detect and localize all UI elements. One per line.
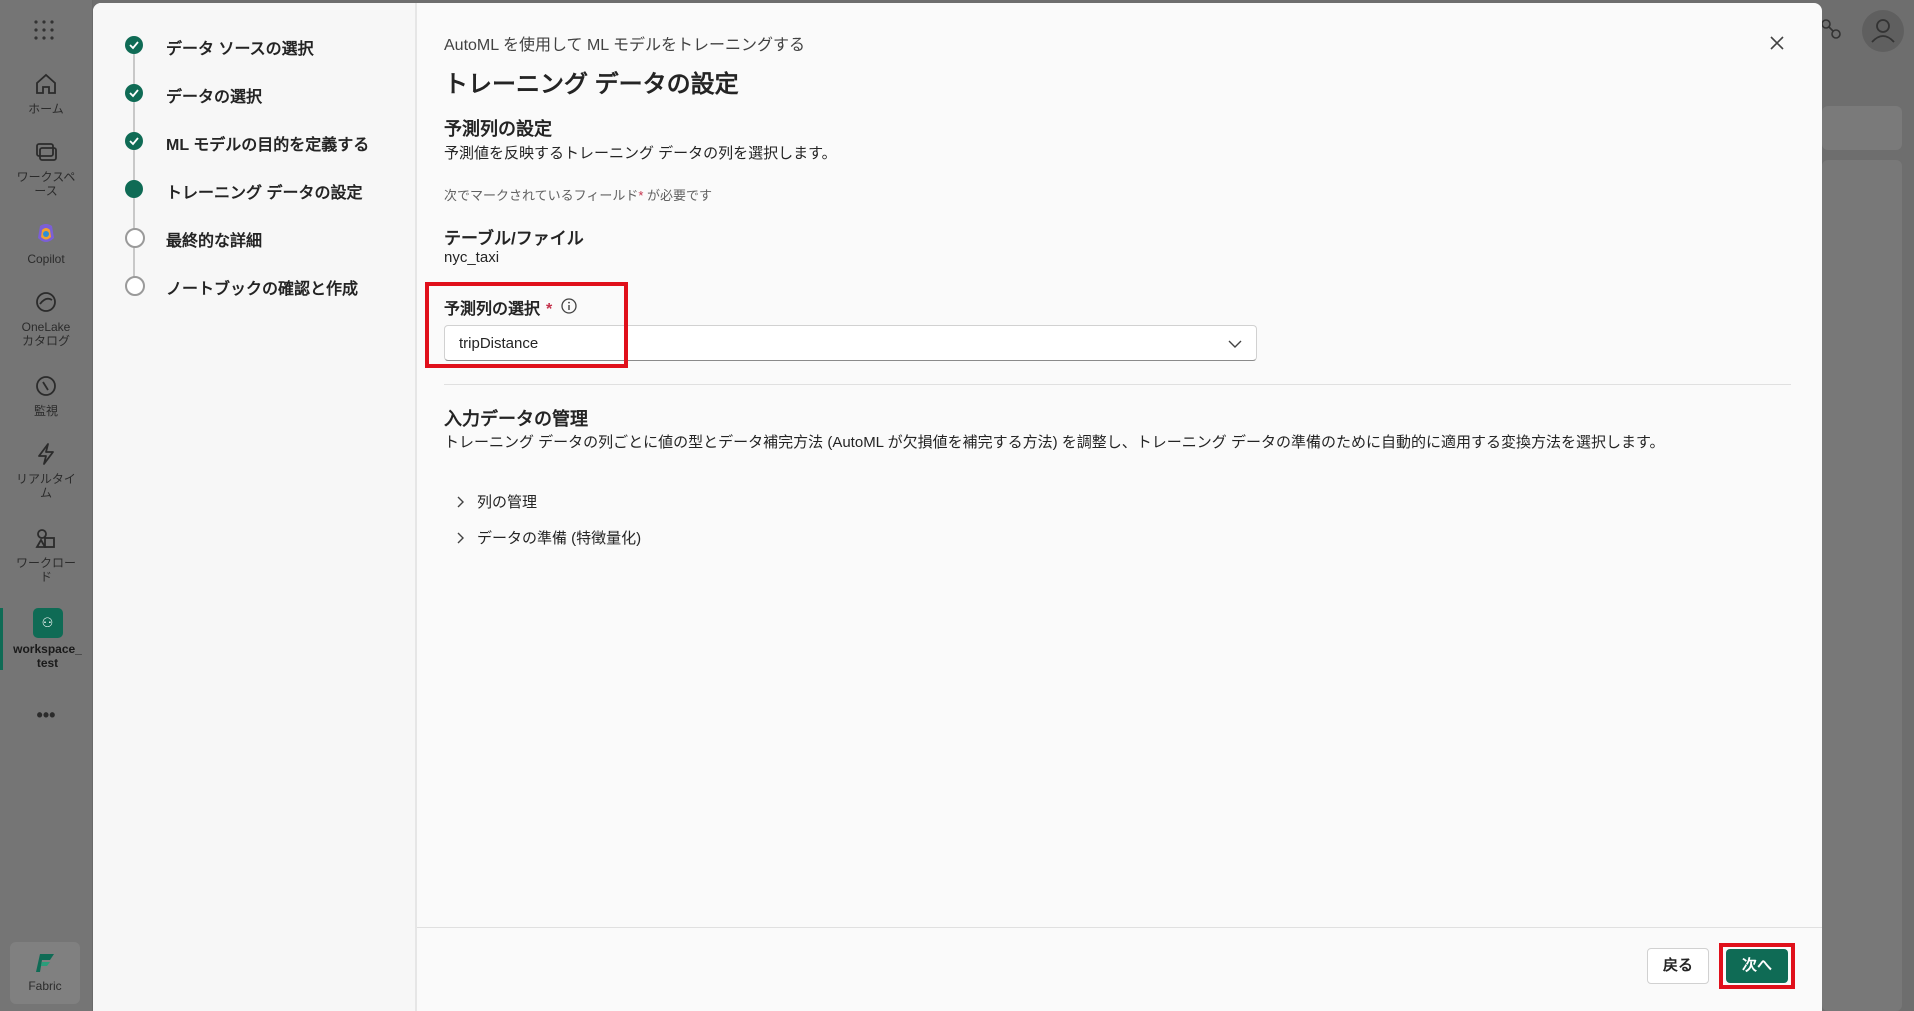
dialog-pre-title: AutoML を使用して ML モデルをトレーニングする [444, 37, 806, 54]
rail-more-button[interactable]: ••• [0, 706, 92, 724]
step-training-data[interactable]: トレーニング データの設定 [93, 173, 415, 213]
step-label: ノートブックの確認と作成 [166, 281, 359, 298]
step-label: データ ソースの選択 [166, 41, 314, 58]
rail-item-label: ホーム [28, 102, 64, 116]
step-pending-icon [125, 228, 145, 248]
workspace-badge-icon: ⚇ [32, 608, 63, 638]
step-current-icon [125, 180, 143, 198]
table-file-label: テーブル/ファイル [444, 229, 584, 248]
step-define-objective[interactable]: ML モデルの目的を定義する [93, 125, 415, 165]
rail-item-workspaces[interactable]: ワークスペース [0, 138, 92, 198]
monitor-icon [36, 376, 56, 396]
page-title: トレーニング データの設定 [444, 71, 739, 98]
onelake-catalog-icon [36, 292, 56, 312]
step-label: ML モデルの目的を定義する [166, 137, 370, 154]
rail-item-label: 監視 [33, 404, 58, 418]
expander-data-prep[interactable]: データの準備 (特徴量化) [453, 527, 641, 548]
required-note: 次でマークされているフィールド* が必要です [444, 185, 712, 204]
chevron-down-icon [1228, 340, 1242, 348]
lightning-icon [38, 443, 54, 465]
rail-item-label: OneLake カタログ [21, 320, 71, 348]
step-final-details[interactable]: 最終的な詳細 [93, 221, 415, 261]
manage-section-desc: トレーニング データの列ごとに値の型とデータ補完方法 (AutoML が欠損値を… [444, 434, 1665, 451]
step-review-create[interactable]: ノートブックの確認と作成 [93, 269, 415, 309]
step-done-icon [125, 36, 143, 54]
step-pending-icon [125, 276, 145, 296]
rail-item-home[interactable]: ホーム [0, 70, 92, 116]
step-done-icon [125, 84, 143, 102]
rail-item-workload[interactable]: ワークロード [0, 524, 92, 584]
rail-item-realtime[interactable]: リアルタイム [0, 440, 92, 500]
back-button[interactable]: 戻る [1647, 948, 1709, 984]
manage-section-title: 入力データの管理 [444, 409, 588, 429]
predict-section-desc: 予測値を反映するトレーニング データの列を選択します。 [444, 145, 837, 162]
rail-item-label: リアルタイム [16, 472, 76, 500]
wizard-steps: データ ソースの選択 データの選択 ML モデルの目的を定義する トレーニング … [93, 3, 417, 1011]
required-note-suffix: が必要です [643, 188, 713, 203]
step-label: 最終的な詳細 [166, 233, 263, 250]
rail-item-workspace-test[interactable]: ⚇ workspace_test [0, 608, 92, 670]
background-panel [1822, 160, 1902, 1011]
close-icon[interactable] [1765, 31, 1789, 55]
highlight-box [1719, 943, 1795, 989]
rail-item-onelake[interactable]: OneLake カタログ [0, 288, 92, 348]
workspaces-icon [36, 143, 57, 161]
fabric-label: Fabric [28, 979, 62, 993]
left-rail: ホーム ワークスペース Copilot OneLake カタログ 監視 リアルタ… [0, 0, 93, 1011]
copilot-icon [38, 224, 54, 242]
required-note-text: 次でマークされているフィールド [444, 188, 639, 203]
rail-item-label: Copilot [27, 252, 65, 266]
rail-item-copilot[interactable]: Copilot [0, 220, 92, 266]
expander-label: 列の管理 [477, 494, 538, 511]
step-label: トレーニング データの設定 [166, 185, 363, 202]
fabric-switcher[interactable]: Fabric [10, 942, 80, 1004]
section-divider [444, 384, 1791, 385]
highlight-box [425, 282, 628, 368]
train-model-dialog: データ ソースの選択 データの選択 ML モデルの目的を定義する トレーニング … [93, 3, 1822, 1011]
step-done-icon [125, 132, 143, 150]
step-label: データの選択 [166, 89, 263, 106]
workload-icon [35, 529, 55, 548]
step-select-data[interactable]: データの選択 [93, 77, 415, 117]
predict-section-title: 予測列の設定 [444, 119, 552, 139]
expander-manage-columns[interactable]: 列の管理 [453, 491, 537, 512]
background-panel [1822, 106, 1902, 150]
rail-item-label: ワークスペース [16, 170, 76, 198]
rail-item-label: workspace_test [13, 642, 82, 670]
rail-item-label: ワークロード [15, 556, 76, 584]
rail-item-monitor[interactable]: 監視 [0, 372, 92, 418]
app-launcher-icon[interactable] [32, 18, 56, 42]
chevron-right-icon [457, 496, 464, 508]
user-icon [1871, 19, 1895, 43]
chevron-right-icon [457, 532, 464, 544]
step-data-source[interactable]: データ ソースの選択 [93, 29, 415, 69]
dialog-footer: 戻る 次へ [417, 927, 1822, 1011]
fabric-logo-icon [36, 954, 54, 972]
expander-label: データの準備 (特徴量化) [477, 530, 642, 547]
table-file-value: nyc_taxi [444, 249, 500, 266]
avatar[interactable] [1862, 10, 1904, 52]
dialog-content: AutoML を使用して ML モデルをトレーニングする トレーニング データの… [417, 3, 1822, 927]
home-icon [36, 73, 56, 94]
